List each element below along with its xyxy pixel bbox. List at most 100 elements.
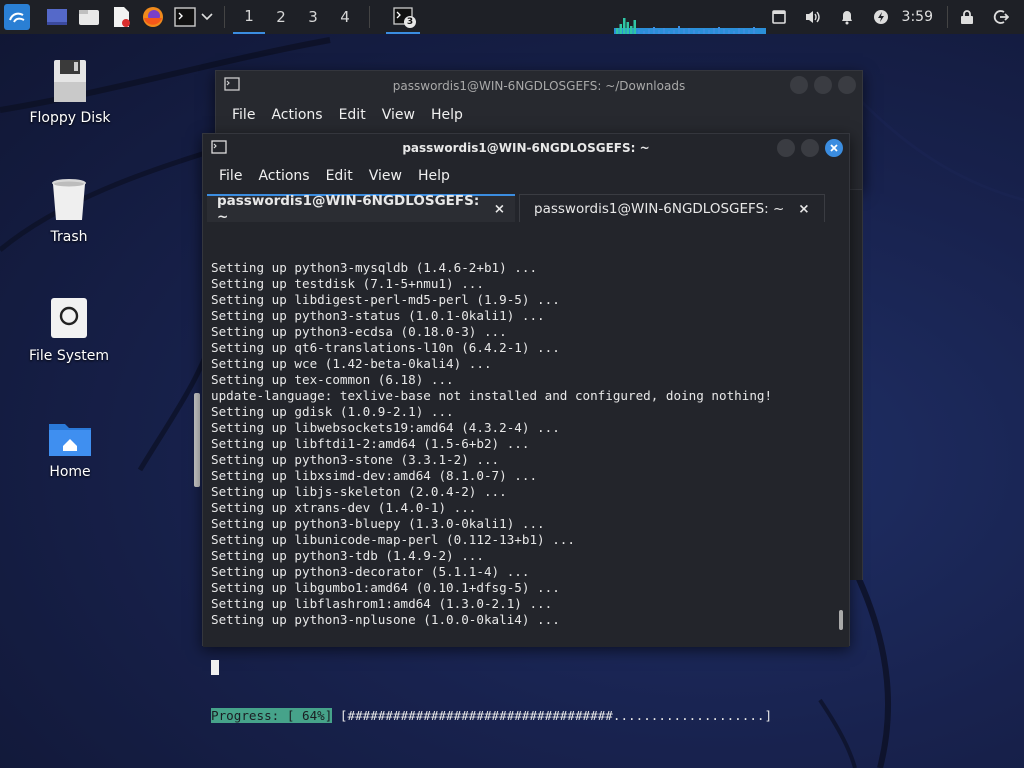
workspace-4[interactable]: 4 <box>329 0 361 34</box>
menu-actions[interactable]: Actions <box>250 168 317 184</box>
workspace-3[interactable]: 3 <box>297 0 329 34</box>
notification-bell-icon[interactable] <box>830 0 864 34</box>
desktop-icon-label: File System <box>28 348 110 364</box>
file-manager-icon[interactable] <box>76 4 102 30</box>
desktop-icon-label: Floppy Disk <box>29 110 111 126</box>
menubar: File Actions Edit View Help <box>216 101 862 129</box>
floppy-disk-icon <box>54 60 86 102</box>
menu-view[interactable]: View <box>361 168 410 184</box>
menu-file[interactable]: File <box>224 107 263 123</box>
cpu-graph-bar <box>633 20 636 34</box>
tab-close-button[interactable]: × <box>494 201 505 217</box>
close-button[interactable] <box>825 139 843 157</box>
cpu-graph-bar <box>638 30 640 34</box>
tab-label: passwordis1@WIN-6NGDLOSGEFS: ~ <box>217 193 480 225</box>
power-manager-icon[interactable] <box>864 0 898 34</box>
cpu-graph-bar <box>738 28 740 34</box>
maximize-button[interactable] <box>814 76 832 94</box>
cpu-graph-bar <box>693 30 695 34</box>
tab-terminal-1[interactable]: passwordis1@WIN-6NGDLOSGEFS: ~ × <box>207 193 515 225</box>
desktop-icon-trash[interactable]: Trash <box>14 177 124 245</box>
kali-menu-icon[interactable] <box>4 4 30 30</box>
tab-label: passwordis1@WIN-6NGDLOSGEFS: ~ <box>534 200 785 217</box>
system-tray: 3:59 <box>762 0 1018 34</box>
terminal-window-home[interactable]: passwordis1@WIN-6NGDLOSGEFS: ~ File Acti… <box>202 133 850 723</box>
cpu-graph-bar <box>658 30 660 34</box>
scrollbar-thumb[interactable] <box>839 610 843 630</box>
firefox-icon[interactable] <box>140 4 166 30</box>
window-titlebar[interactable]: passwordis1@WIN-6NGDLOSGEFS: ~/Downloads <box>216 71 862 101</box>
terminal-cursor <box>211 660 219 675</box>
terminal-output[interactable]: Setting up python3-mysqldb (1.4.6-2+b1) … <box>203 222 849 723</box>
clipboard-icon[interactable] <box>762 0 796 34</box>
chevron-down-icon[interactable] <box>200 4 214 30</box>
lock-icon[interactable] <box>950 0 984 34</box>
menubar: File Actions Edit View Help <box>203 162 849 190</box>
terminal-line: Setting up libgumbo1:amd64 (0.10.1+dfsg-… <box>211 580 560 595</box>
cpu-graph-bar <box>728 30 730 34</box>
maximize-button[interactable] <box>801 139 819 157</box>
taskbar-separator <box>224 6 225 28</box>
cpu-graph-bar <box>723 29 725 34</box>
desktop-icon-file-system[interactable]: File System <box>14 296 124 364</box>
taskbar: 1 2 3 4 3 3:59 <box>0 0 1024 34</box>
tab-close-button[interactable]: × <box>798 201 809 217</box>
menu-view[interactable]: View <box>374 107 423 123</box>
terminal-line: Setting up python3-nplusone (1.0.0-0kali… <box>211 612 560 627</box>
logout-icon[interactable] <box>984 0 1018 34</box>
menu-help[interactable]: Help <box>410 168 458 184</box>
volume-icon[interactable] <box>796 0 830 34</box>
menu-edit[interactable]: Edit <box>331 107 374 123</box>
cpu-graph-bar <box>626 22 629 34</box>
desktop-icon-label: Trash <box>50 229 88 245</box>
menu-actions[interactable]: Actions <box>263 107 330 123</box>
cpu-graph-bar <box>616 28 619 34</box>
progress-line: Progress: [ 64%] [######################… <box>211 708 849 724</box>
menu-help[interactable]: Help <box>423 107 471 123</box>
workspace-1[interactable]: 1 <box>233 0 265 34</box>
window-titlebar[interactable]: passwordis1@WIN-6NGDLOSGEFS: ~ <box>203 134 849 162</box>
minimize-button[interactable] <box>777 139 795 157</box>
cpu-graph-bar <box>619 24 622 34</box>
menu-file[interactable]: File <box>211 168 250 184</box>
desktop-icon[interactable] <box>44 4 70 30</box>
terminal-line: Setting up libwebsockets19:amd64 (4.3.2-… <box>211 420 560 435</box>
terminal-icon[interactable] <box>172 4 198 30</box>
terminal-line: Setting up python3-stone (3.3.1-2) ... <box>211 452 500 467</box>
cpu-graph <box>614 18 766 34</box>
tab-terminal-2[interactable]: passwordis1@WIN-6NGDLOSGEFS: ~ × <box>519 194 825 222</box>
text-editor-icon[interactable] <box>108 4 134 30</box>
desktop-icon-floppy-disk[interactable]: Floppy Disk <box>15 58 125 126</box>
desktop-icon-home[interactable]: Home <box>15 418 125 480</box>
cpu-graph-bar <box>648 29 650 34</box>
terminal-line: Setting up qt6-translations-l10n (6.4.2-… <box>211 340 560 355</box>
terminal-line: Setting up python3-decorator (5.1.1-4) .… <box>211 564 530 579</box>
cpu-graph-bar <box>703 29 705 34</box>
window-title: passwordis1@WIN-6NGDLOSGEFS: ~ <box>402 141 650 155</box>
cpu-graph-bar <box>623 18 626 34</box>
workspace-2[interactable]: 2 <box>265 0 297 34</box>
terminal-line: Setting up wce (1.42-beta-0kali4) ... <box>211 356 492 371</box>
cpu-graph-bar <box>630 26 633 34</box>
terminal-line: update-language: texlive-base not instal… <box>211 388 773 403</box>
cpu-graph-bar <box>653 27 655 34</box>
cpu-graph-bar <box>688 28 690 34</box>
window-title: passwordis1@WIN-6NGDLOSGEFS: ~/Downloads <box>392 79 686 93</box>
minimize-button[interactable] <box>790 76 808 94</box>
cpu-graph-bar <box>643 31 645 34</box>
cpu-graph-bar <box>743 29 745 34</box>
terminal-line: Setting up libunicode-map-perl (0.112-13… <box>211 532 575 547</box>
window-edge <box>194 393 200 487</box>
clock[interactable]: 3:59 <box>898 9 945 25</box>
taskbar-terminal-task[interactable]: 3 <box>386 0 420 34</box>
terminal-line: Setting up xtrans-dev (1.4.0-1) ... <box>211 500 477 515</box>
close-button[interactable] <box>838 76 856 94</box>
home-folder-icon <box>49 424 91 456</box>
cpu-graph-bar <box>718 27 720 34</box>
cpu-graph-bar <box>708 30 710 34</box>
cpu-graph-bar <box>668 31 670 34</box>
menu-edit[interactable]: Edit <box>318 168 361 184</box>
terminal-lines: Setting up python3-mysqldb (1.4.6-2+b1) … <box>211 260 849 628</box>
terminal-line: Setting up tex-common (6.18) ... <box>211 372 454 387</box>
cpu-graph-bar <box>733 31 735 34</box>
